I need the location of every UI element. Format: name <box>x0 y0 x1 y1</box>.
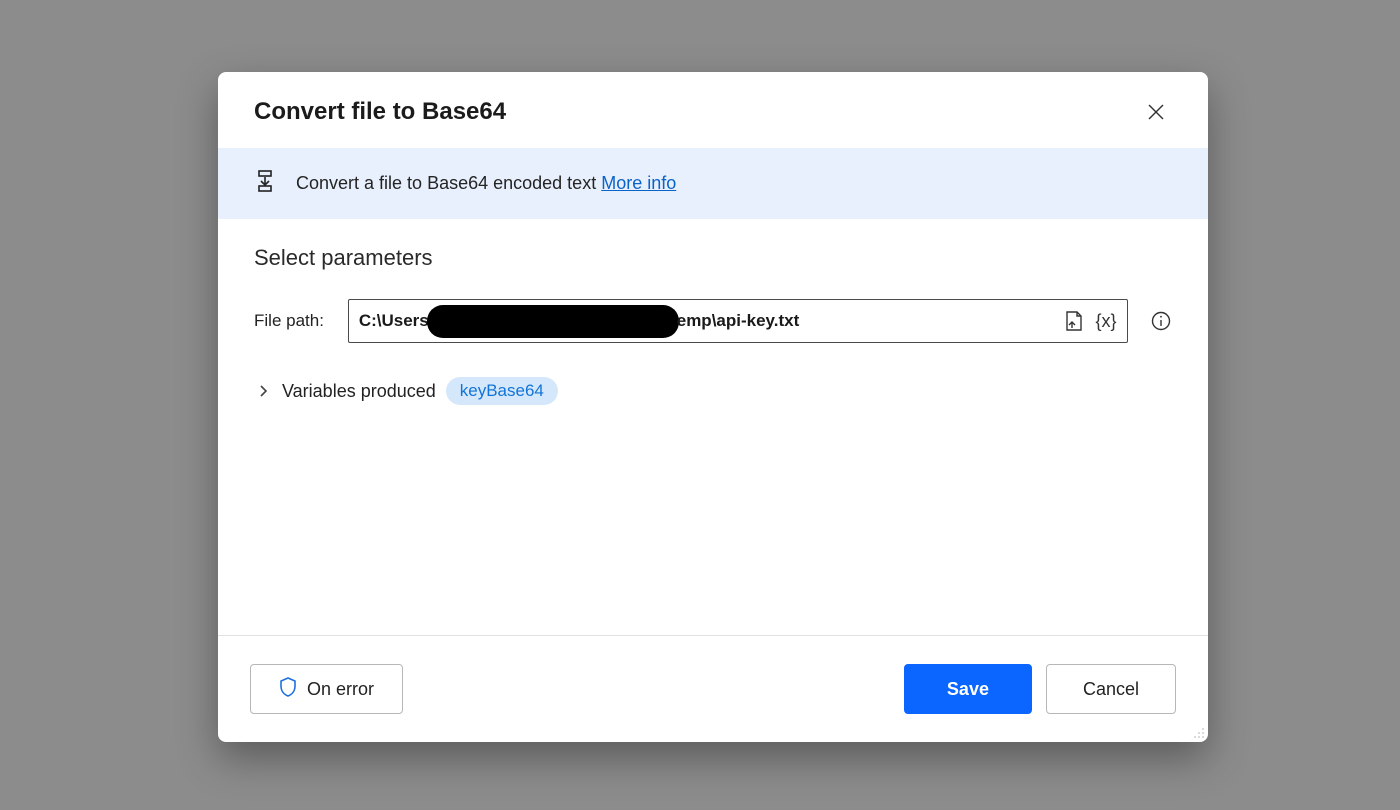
field-info-button[interactable] <box>1150 310 1172 332</box>
dialog-header: Convert file to Base64 <box>218 72 1208 148</box>
banner-text: Convert a file to Base64 encoded text Mo… <box>296 173 676 194</box>
convert-action-icon <box>256 170 274 197</box>
save-button[interactable]: Save <box>904 664 1032 714</box>
file-path-label: File path: <box>254 311 332 331</box>
shield-icon <box>279 677 297 702</box>
file-path-input-wrap: C:\Users emp\api-key.txt {x} <box>348 299 1128 343</box>
redacted-segment <box>427 305 679 338</box>
file-path-value-left: C:\Users <box>359 311 429 331</box>
parameters-section-title: Select parameters <box>254 245 1172 271</box>
dialog-body: Select parameters File path: C:\Users em… <box>218 219 1208 635</box>
cancel-button[interactable]: Cancel <box>1046 664 1176 714</box>
more-info-link[interactable]: More info <box>601 173 676 193</box>
variable-pill-keybase64[interactable]: keyBase64 <box>446 377 558 405</box>
file-path-value-right: emp\api-key.txt <box>677 311 800 331</box>
browse-file-button[interactable] <box>1061 308 1087 334</box>
banner-text-label: Convert a file to Base64 encoded text <box>296 173 601 193</box>
variables-produced-label: Variables produced <box>282 381 436 402</box>
close-icon <box>1147 103 1165 121</box>
info-banner: Convert a file to Base64 encoded text Mo… <box>218 148 1208 219</box>
insert-variable-button[interactable]: {x} <box>1093 311 1119 332</box>
close-button[interactable] <box>1140 96 1172 128</box>
chevron-right-icon <box>258 385 268 397</box>
file-picker-icon <box>1064 310 1084 332</box>
resize-grip-icon[interactable] <box>1190 724 1206 740</box>
file-path-row: File path: C:\Users emp\api-key.txt {x} <box>254 299 1172 343</box>
variables-produced-row: Variables produced keyBase64 <box>254 377 1172 405</box>
dialog-title: Convert file to Base64 <box>254 98 506 126</box>
dialog-footer: On error Save Cancel <box>218 635 1208 742</box>
on-error-label: On error <box>307 679 374 700</box>
variables-expand-toggle[interactable] <box>254 385 272 397</box>
info-icon <box>1151 311 1171 331</box>
footer-right-group: Save Cancel <box>904 664 1176 714</box>
file-path-input[interactable]: C:\Users emp\api-key.txt <box>359 300 1055 342</box>
on-error-button[interactable]: On error <box>250 664 403 714</box>
convert-file-base64-dialog: Convert file to Base64 Convert a file to… <box>218 72 1208 742</box>
